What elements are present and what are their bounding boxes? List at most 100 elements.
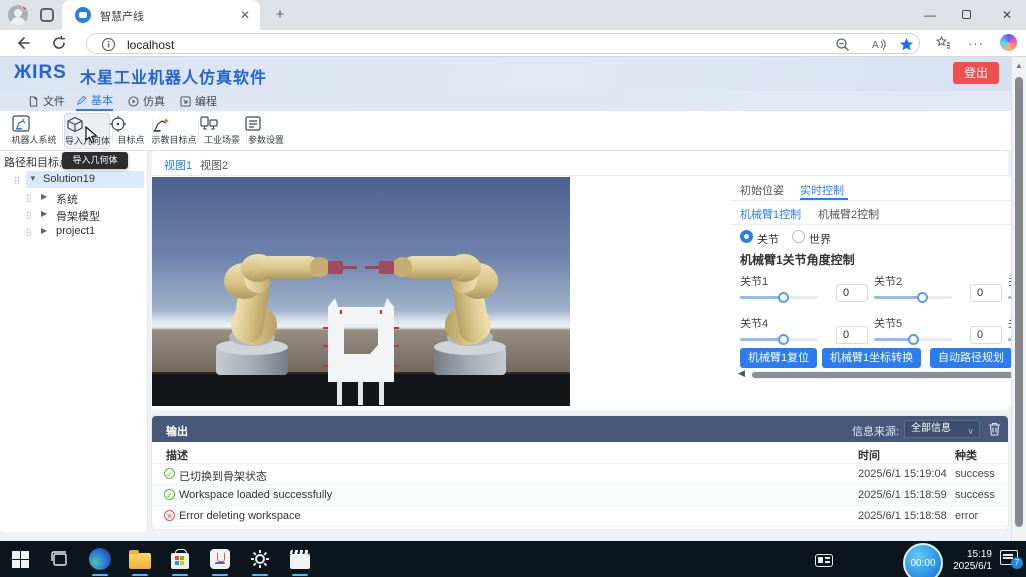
collections-icon[interactable] — [936, 35, 951, 50]
joint1-slider[interactable] — [740, 296, 818, 299]
caret-right-icon[interactable]: ▶ — [41, 192, 47, 201]
play-circle-icon — [128, 96, 139, 107]
robot-system-icon — [11, 115, 31, 133]
tab-arm2-control[interactable]: 机械臂2控制 — [818, 206, 879, 222]
workspaces-icon[interactable] — [40, 8, 54, 22]
tray-widgets[interactable] — [812, 547, 836, 571]
joint4-input[interactable] — [836, 326, 868, 344]
hscroll-left-icon[interactable]: ◀ — [738, 368, 745, 379]
tree-item-system[interactable]: ▶ 系统 — [0, 189, 148, 206]
arm1-reset-button[interactable]: 机械臂1复位 — [740, 348, 817, 368]
taskbar-clock[interactable]: 15:19 2025/6/1 — [938, 549, 992, 573]
toolbar-industrial-scene[interactable]: 工业场景 — [199, 113, 245, 149]
tab-file[interactable]: 文件 — [28, 91, 65, 111]
toolbar-robot-system[interactable]: 机器人系统 — [11, 113, 57, 149]
arm1-coordinate-convert-button[interactable]: 机械臂1坐标转换 — [822, 348, 921, 368]
taskbar-edge[interactable] — [88, 547, 112, 571]
slider-thumb[interactable] — [917, 292, 928, 303]
notification-center-icon[interactable]: 7 — [1000, 550, 1018, 565]
3d-viewport[interactable] — [152, 177, 570, 406]
drag-handle-icon[interactable] — [26, 211, 31, 219]
drag-handle-icon[interactable] — [26, 228, 31, 236]
address-bar[interactable]: localhost A — [86, 33, 920, 54]
caret-right-icon[interactable]: ▶ — [41, 209, 47, 218]
toolbar-parameter-settings[interactable]: 参数设置 — [243, 113, 289, 149]
read-aloud-icon[interactable]: A — [871, 37, 886, 52]
drag-handle-icon[interactable] — [26, 194, 31, 202]
joint4-slider[interactable] — [740, 338, 818, 341]
taskbar-java-app[interactable] — [208, 547, 232, 571]
java-app-icon — [210, 549, 230, 569]
tab-arm1-control[interactable]: 机械臂1控制 — [740, 206, 801, 222]
new-tab-button[interactable]: + — [272, 7, 288, 23]
joint5-input[interactable] — [970, 326, 1002, 344]
joint2-slider[interactable] — [874, 296, 952, 299]
taskbar-movies[interactable] — [288, 547, 312, 571]
logout-button[interactable]: 登出 — [953, 62, 999, 84]
caret-down-icon[interactable]: ▼ — [29, 174, 37, 183]
slider-thumb[interactable] — [778, 334, 789, 345]
app-header: ЖIRS 木星工业机器人仿真软件 登出 — [0, 57, 1011, 91]
joint1-input[interactable] — [836, 284, 868, 302]
chevron-down-icon: ∨ — [967, 423, 974, 439]
drag-handle-icon[interactable] — [14, 176, 19, 184]
tree-item-project1[interactable]: ▶ project1 — [0, 223, 148, 240]
toolbar-teach-target[interactable]: 示教目标点 — [151, 113, 197, 149]
output-row[interactable]: ✓ Workspace loaded successfully 2025/6/1… — [152, 485, 1008, 506]
joint-control-heading: 机械臂1关节角度控制 — [740, 251, 855, 268]
tab-realtime-control[interactable]: 实时控制 — [800, 182, 844, 198]
tab-simulation[interactable]: 仿真 — [128, 91, 165, 111]
slider-thumb[interactable] — [908, 334, 919, 345]
browser-profile-icon[interactable] — [8, 5, 28, 25]
auto-path-planning-button[interactable]: 自动路径规划 — [930, 348, 1012, 368]
clear-output-trash-icon[interactable] — [988, 422, 1001, 436]
tab-view2[interactable]: 视图2 — [200, 157, 228, 173]
hscroll-thumb[interactable] — [752, 372, 1026, 378]
tree-item-skeleton-model[interactable]: ▶ 骨架模型 — [0, 206, 148, 223]
radio-world[interactable] — [792, 230, 805, 243]
tab-view1[interactable]: 视图1 — [164, 157, 192, 173]
import-geometry-cube-icon — [65, 116, 85, 134]
tab-initial-pose[interactable]: 初始位姿 — [740, 182, 784, 198]
radio-joint[interactable] — [740, 230, 753, 243]
start-button[interactable] — [8, 547, 32, 571]
page-scroll-thumb[interactable] — [1015, 77, 1023, 527]
horizontal-scrollbar[interactable] — [750, 371, 1026, 379]
tab-programming[interactable]: 编程 — [180, 91, 217, 111]
window-restore-button[interactable] — [962, 10, 971, 19]
tab-basic[interactable]: 基本 — [76, 91, 113, 111]
copilot-icon[interactable] — [1000, 34, 1017, 51]
site-info-icon[interactable] — [101, 37, 116, 52]
task-view-button[interactable] — [48, 547, 72, 571]
back-icon[interactable] — [14, 34, 32, 52]
favorite-star-icon[interactable] — [899, 37, 914, 52]
output-title: 输出 — [166, 423, 188, 439]
tree-header: 路径和目标点 — [4, 154, 70, 170]
output-row[interactable]: ✕ Error deleting workspace 2025/6/1 15:1… — [152, 506, 1008, 527]
tooltip: 导入几何体 — [62, 152, 128, 169]
tab-close-icon[interactable]: ✕ — [238, 8, 252, 22]
browser-tab[interactable]: 智慧产线 ✕ — [62, 0, 260, 30]
slider-thumb[interactable] — [778, 292, 789, 303]
app-logo: ЖIRS — [14, 62, 67, 84]
taskbar-settings[interactable] — [248, 547, 272, 571]
browser-menu-icon[interactable]: ··· — [968, 36, 984, 51]
joint1-group: 关节1 — [740, 273, 818, 299]
output-row[interactable]: ✓ 已切换到骨架状态 2025/6/1 15:19:04 success — [152, 464, 1008, 485]
tree-item-solution[interactable]: ▼ Solution19 — [0, 171, 148, 188]
output-header: 输出 信息来源: 全部信息 ∨ — [152, 416, 1008, 442]
reload-icon[interactable] — [50, 34, 68, 52]
caret-right-icon[interactable]: ▶ — [41, 226, 47, 235]
taskbar-store[interactable] — [168, 547, 192, 571]
recorder-timer-overlay[interactable]: 00:00 — [903, 543, 943, 577]
taskbar-file-explorer[interactable] — [128, 547, 152, 571]
window-minimize-button[interactable]: — — [922, 7, 938, 23]
joint5-slider[interactable] — [874, 338, 952, 341]
toolbar-target-point[interactable]: 目标点 — [108, 113, 154, 149]
scroll-up-icon[interactable]: ▲ — [1015, 61, 1023, 70]
zoom-out-icon[interactable] — [835, 37, 850, 52]
page-scrollbar[interactable]: ▲ — [1011, 57, 1026, 541]
window-close-button[interactable]: ✕ — [999, 7, 1015, 23]
source-select[interactable]: 全部信息 ∨ — [904, 420, 980, 438]
joint2-input[interactable] — [970, 284, 1002, 302]
